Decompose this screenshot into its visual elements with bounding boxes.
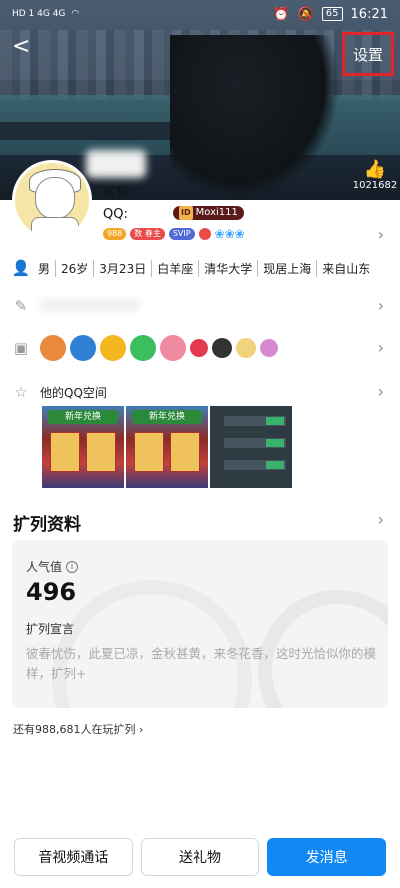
mute-icon: 🔕	[297, 6, 314, 22]
alarm-icon: ⏰	[273, 6, 290, 22]
info-icon[interactable]: i	[66, 560, 79, 573]
battery-indicator: 65	[321, 7, 343, 21]
nickname-redacted	[86, 150, 146, 178]
svip-badge: SVIP	[168, 228, 195, 240]
gender: 男	[38, 261, 51, 276]
status-bar: HD 1 4G 4G ◠ ⏰ 🔕 65 16:21	[0, 0, 400, 28]
residence: 现居上海	[257, 259, 316, 277]
photo-button	[266, 461, 284, 469]
back-button[interactable]: <	[12, 36, 32, 60]
like-count: 1021682	[352, 180, 398, 191]
photo-banner: 新年兑换	[48, 410, 118, 424]
basic-info-row[interactable]: 👤 男 26岁 3月23日 白羊座 清华大学 现居上海 来自山东	[0, 248, 400, 288]
declaration-text: 彼春忧伤，此夏已凉，金秋甚黄，来冬花香，这时光恰似你的模样，扩列+	[26, 646, 377, 681]
zodiac: 白羊座	[151, 259, 198, 277]
id-tag: ID	[179, 206, 193, 220]
level-badge: 988	[103, 228, 127, 240]
photo-button	[266, 417, 284, 425]
birthday: 3月23日	[93, 259, 151, 277]
photo-card	[170, 432, 200, 472]
status-right: ⏰ 🔕 65 16:21	[273, 7, 388, 22]
clock: 16:21	[350, 6, 388, 22]
medal-box-icon: ▣	[13, 339, 29, 357]
popularity-label: 人气值 i	[26, 558, 79, 575]
qzone-title: 他的QQ空间	[40, 385, 107, 400]
settings-label: 设置	[352, 45, 383, 64]
chevron-right-icon: ›	[377, 338, 384, 357]
medals-row[interactable]: ▣ ›	[0, 328, 400, 368]
qzone-photo[interactable]	[210, 406, 292, 488]
players-text: 还有988,681人在玩扩列	[13, 723, 136, 736]
chevron-right-icon: ›	[139, 723, 144, 736]
signature-redacted	[40, 298, 140, 312]
qzone-photo[interactable]: 新年兑换	[42, 406, 124, 488]
medal-list	[40, 335, 278, 361]
players-link[interactable]: 还有988,681人在玩扩列 ›	[13, 721, 143, 737]
avatar-body	[31, 217, 79, 237]
chevron-right-icon: ›	[377, 296, 384, 315]
send-gift-button[interactable]: 送礼物	[140, 838, 260, 876]
person-icon: 👤	[11, 259, 31, 277]
qq-id-badge[interactable]: ID Moxi111	[173, 206, 244, 220]
basic-info: 男 26岁 3月23日 白羊座 清华大学 现居上海 来自山东	[38, 259, 375, 277]
popularity-value: 496	[26, 578, 77, 606]
lv-medal-icon	[70, 335, 96, 361]
photo-card	[50, 432, 80, 472]
qzone-photos[interactable]: 新年兑换 新年兑换	[42, 406, 292, 488]
tiger-medal-icon	[40, 335, 66, 361]
popularity-label-text: 人气值	[26, 560, 63, 574]
pig-medal-icon	[160, 335, 186, 361]
send-message-button[interactable]: 发消息	[267, 838, 387, 876]
avatar[interactable]	[12, 160, 92, 240]
chevron-right-icon[interactable]: ›	[378, 510, 384, 529]
qq-id-value: Moxi111	[195, 207, 238, 218]
coin-medal-icon	[236, 338, 256, 358]
shield-icon	[198, 228, 211, 240]
wifi-icon: ◠	[71, 9, 80, 19]
flag-medal-icon	[260, 339, 278, 357]
back-arrow-icon: <	[12, 34, 31, 59]
vip-badges[interactable]: 988 数 春主 SVIP ❀❀❀	[103, 227, 245, 241]
qq-label: QQ:	[103, 207, 128, 222]
like-button[interactable]: 👍 1021682	[352, 159, 398, 192]
network-indicator: HD 1 4G 4G	[12, 9, 66, 19]
declaration-label: 扩列宣言	[26, 622, 75, 636]
bottom-action-bar: 音视频通话 送礼物 发消息	[0, 838, 400, 878]
age: 26岁	[55, 259, 93, 277]
crown-medal-icon	[212, 338, 232, 358]
photo-card	[134, 432, 164, 472]
spring-badge: 数 春主	[130, 228, 165, 240]
pencil-icon: ✎	[14, 297, 28, 315]
status-left: HD 1 4G 4G ◠	[12, 9, 79, 19]
settings-button[interactable]: 设置	[342, 32, 394, 76]
video-call-button[interactable]: 音视频通话	[14, 838, 133, 876]
star-medal-icon	[100, 335, 126, 361]
signature-row[interactable]: ✎ ›	[0, 286, 400, 326]
green-lv-medal-icon	[130, 335, 156, 361]
nickname-label: 昵称：	[103, 186, 143, 201]
thumbs-up-icon: 👍	[363, 159, 387, 180]
star-icon: ☆	[14, 383, 28, 401]
qzone-photo[interactable]: 新年兑换	[126, 406, 208, 488]
section-title: 扩列资料	[13, 515, 81, 535]
photo-card	[86, 432, 116, 472]
photo-banner: 新年兑换	[132, 410, 202, 424]
cover-figure	[170, 35, 340, 200]
chevron-right-icon[interactable]: ›	[378, 225, 384, 244]
school: 清华大学	[198, 259, 257, 277]
gem-medal-icon	[190, 339, 208, 357]
flower-badges: ❀❀❀	[214, 227, 245, 241]
profile-card[interactable]: 人气值 i 496 扩列宣言 彼春忧伤，此夏已凉，金秋甚黄，来冬花香，这时光恰似…	[12, 540, 388, 708]
chevron-right-icon: ›	[377, 382, 384, 401]
photo-button	[266, 439, 284, 447]
hometown: 来自山东	[316, 259, 375, 277]
avatar-face	[35, 177, 75, 219]
